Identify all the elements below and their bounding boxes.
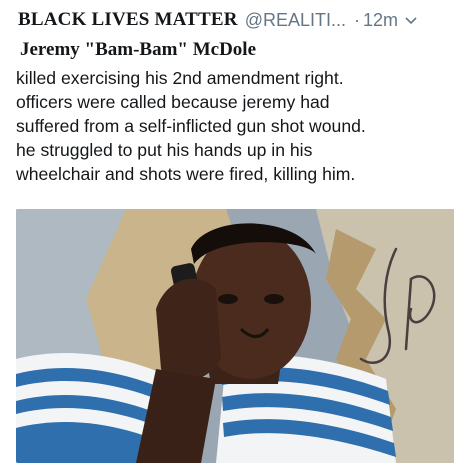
tweet-body: killed exercising his 2nd amendment righ…: [16, 66, 466, 186]
tweet-subtitle: Jeremy "Bam-Bam" McDole: [20, 39, 257, 60]
tweet-line: suffered from a self-inflicted gun shot …: [16, 116, 366, 136]
author-handle[interactable]: @REALITI...: [245, 10, 346, 31]
chevron-down-icon[interactable]: [404, 13, 418, 27]
tweet-line: officers were called because jeremy had: [16, 92, 330, 112]
tweet-line: killed exercising his 2nd amendment righ…: [16, 68, 344, 88]
tweet-header: BLACK LIVES MATTER @REALITI... · 12m: [18, 8, 462, 32]
author-name[interactable]: BLACK LIVES MATTER: [18, 9, 238, 31]
tweet-line: wheelchair and shots were fired, killing…: [16, 164, 356, 184]
tweet-photo[interactable]: [16, 209, 454, 463]
timestamp[interactable]: 12m: [363, 10, 398, 31]
separator-dot: ·: [353, 9, 360, 30]
tweet-line: he struggled to put his hands up in his: [16, 140, 313, 160]
